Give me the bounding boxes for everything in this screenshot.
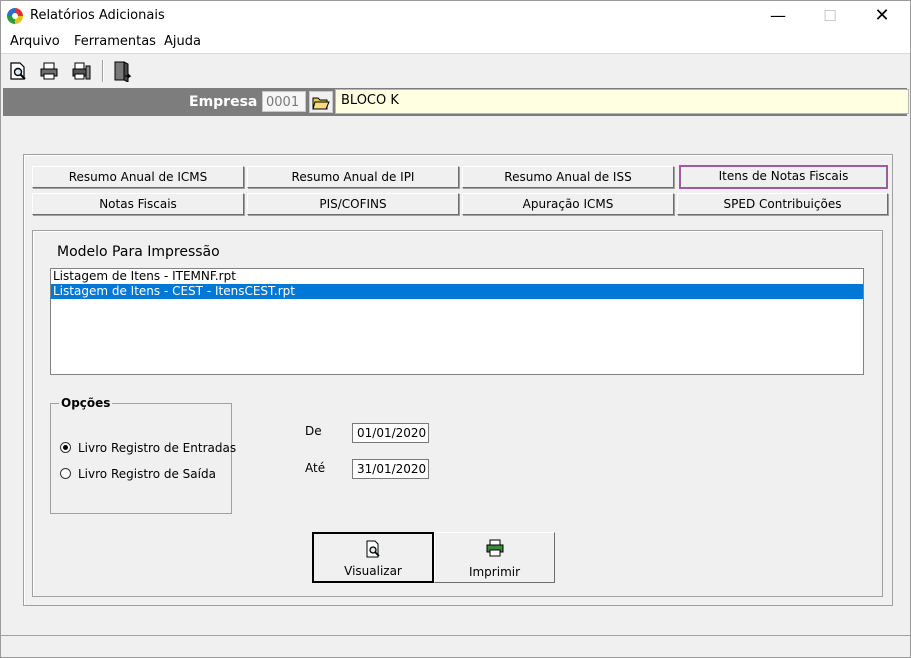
- opcoes-title: Opções: [59, 396, 113, 410]
- radio-saida-label[interactable]: Livro Registro de Saída: [78, 467, 216, 481]
- title-bar: Relatórios Adicionais — ☐ ✕: [1, 1, 910, 31]
- de-label: De: [305, 424, 322, 438]
- toolbar-separator: [102, 60, 104, 82]
- application-window: Relatórios Adicionais — ☐ ✕ Arquivo Ferr…: [0, 0, 911, 658]
- menu-ferramentas[interactable]: Ferramentas: [74, 34, 156, 49]
- exit-door-icon[interactable]: [111, 60, 133, 83]
- menu-arquivo[interactable]: Arquivo: [10, 34, 60, 49]
- tab-resumo-ipi[interactable]: Resumo Anual de IPI: [247, 166, 459, 188]
- tab-apuracao-icms[interactable]: Apuração ICMS: [462, 193, 674, 215]
- empresa-bar: Empresa 0001 BLOCO K: [3, 88, 909, 116]
- modelo-title: Modelo Para Impressão: [57, 244, 220, 260]
- tab-resumo-iss[interactable]: Resumo Anual de ISS: [462, 166, 674, 188]
- ate-date-field[interactable]: 31/01/2020: [352, 459, 429, 479]
- window-title: Relatórios Adicionais: [30, 8, 165, 23]
- open-folder-button[interactable]: [309, 91, 333, 113]
- imprimir-button[interactable]: Imprimir: [434, 532, 555, 583]
- modelo-listbox[interactable]: Listagem de Itens - ITEMNF.rpt Listagem …: [50, 268, 864, 375]
- tab-itens-notas-fiscais[interactable]: Itens de Notas Fiscais: [679, 165, 888, 189]
- list-item-selected[interactable]: Listagem de Itens - CEST - ItensCEST.rpt: [51, 284, 863, 299]
- print-setup-icon[interactable]: [71, 60, 93, 82]
- radio-entradas-label[interactable]: Livro Registro de Entradas: [78, 441, 236, 455]
- tab-notas-fiscais[interactable]: Notas Fiscais: [32, 193, 244, 215]
- tab-pis-cofins[interactable]: PIS/COFINS: [247, 193, 459, 215]
- preview-icon: [366, 540, 380, 558]
- toolbar: [1, 55, 910, 87]
- list-item[interactable]: Listagem de Itens - ITEMNF.rpt: [51, 269, 863, 284]
- app-logo-icon: [7, 8, 23, 24]
- ate-label: Até: [305, 461, 326, 475]
- de-date-field[interactable]: 01/01/2020: [352, 423, 429, 443]
- folder-open-icon: [312, 97, 330, 110]
- radio-entradas[interactable]: [60, 442, 71, 453]
- preview-icon[interactable]: [7, 60, 29, 82]
- maximize-button[interactable]: ☐: [807, 1, 853, 31]
- visualizar-label: Visualizar: [344, 564, 402, 578]
- tab-sped-contribuicoes[interactable]: SPED Contribuições: [677, 193, 888, 215]
- visualizar-button[interactable]: Visualizar: [312, 532, 434, 583]
- status-bar: [1, 635, 910, 658]
- empresa-name-field[interactable]: BLOCO K: [335, 89, 909, 114]
- empresa-code-field[interactable]: 0001: [262, 91, 306, 112]
- menu-bar: Arquivo Ferramentas Ajuda: [1, 31, 910, 54]
- print-icon[interactable]: [38, 60, 60, 82]
- radio-saida[interactable]: [60, 468, 71, 479]
- empresa-label: Empresa: [189, 94, 258, 110]
- opcoes-groupbox: [50, 403, 232, 514]
- printer-icon: [486, 539, 503, 557]
- minimize-button[interactable]: —: [755, 1, 801, 31]
- menu-ajuda[interactable]: Ajuda: [164, 34, 201, 49]
- tab-resumo-icms[interactable]: Resumo Anual de ICMS: [32, 166, 244, 188]
- close-button[interactable]: ✕: [859, 1, 905, 31]
- imprimir-label: Imprimir: [468, 565, 521, 579]
